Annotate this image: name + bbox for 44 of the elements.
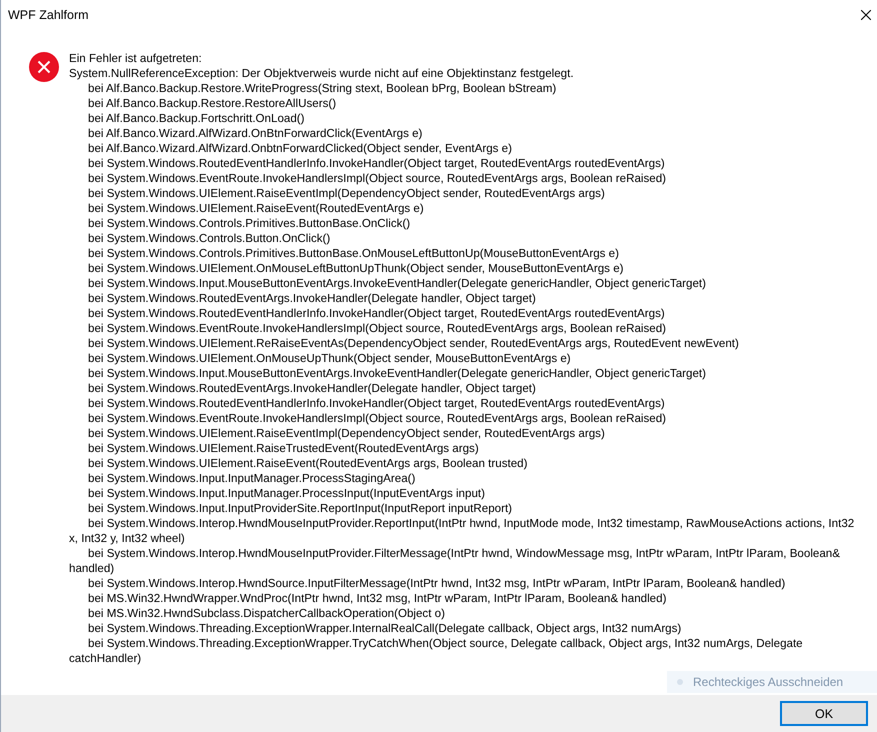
stack-trace-line: bei System.Windows.EventRoute.InvokeHandlersImpl(Object source, RoutedEventArgs args, Boolean reRaised) [87, 321, 668, 336]
stack-trace-line: bei System.Windows.Input.InputManager.ProcessStagingArea() [87, 471, 416, 486]
stack-trace-line: bei Alf.Banco.Backup.Restore.RestoreAllUsers() [87, 96, 338, 111]
stack-trace-line: bei System.Windows.Threading.ExceptionWrapper.TryCatchWhen(Object source, Delegate callback, Object args, Int32 numArgs, Delegate catchHandler) [69, 636, 804, 666]
stack-trace-line: bei System.Windows.RoutedEventHandlerInfo.InvokeHandler(Object target, RoutedEventArgs routedEventArgs) [87, 156, 666, 171]
stack-trace-line: bei MS.Win32.HwndSubclass.DispatcherCallbackOperation(Object o) [87, 606, 446, 621]
stack-trace-line: bei System.Windows.Interop.HwndSource.InputFilterMessage(IntPtr hwnd, Int32 msg, IntPtr wParam, IntPtr lParam, Boolean& handled) [87, 576, 786, 591]
stack-trace-line: bei System.Windows.Interop.HwndMouseInputProvider.ReportInput(IntPtr hwnd, InputMode mode, Int32 timestamp, RawMouseActions actions, Int32 x, Int32 y, Int32 wheel) [69, 516, 856, 546]
stack-trace-line: bei System.Windows.Controls.Primitives.ButtonBase.OnMouseLeftButtonUp(MouseButtonEventArgs e) [87, 246, 620, 261]
stack-trace-line: bei Alf.Banco.Backup.Fortschritt.OnLoad() [87, 111, 306, 126]
dot-icon [677, 679, 683, 685]
stack-trace-line: bei System.Windows.UIElement.ReRaiseEventAs(DependencyObject sender, RoutedEventArgs args, RoutedEvent newEvent) [87, 336, 740, 351]
stack-trace-line: bei Alf.Banco.Backup.Restore.WriteProgress(String stext, Boolean bPrg, Boolean bStream) [87, 81, 558, 96]
stack-trace-line: bei System.Windows.EventRoute.InvokeHandlersImpl(Object source, RoutedEventArgs args, Boolean reRaised) [87, 411, 668, 426]
stack-trace-line: bei System.Windows.Controls.Button.OnClick() [87, 231, 332, 246]
stack-trace-line: bei System.Windows.Controls.Primitives.ButtonBase.OnClick() [87, 216, 412, 231]
stack-trace-line: bei System.Windows.UIElement.RaiseEvent(RoutedEventArgs e) [87, 201, 425, 216]
error-heading: Ein Fehler ist aufgetreten: [69, 51, 203, 66]
exception-message: System.NullReferenceException: Der Objektverweis wurde nicht auf eine Objektinstanz festgelegt. [69, 66, 575, 81]
stack-trace-line: bei System.Windows.Input.MouseButtonEventArgs.InvokeEventHandler(Delegate genericHandler, Object genericTarget) [87, 366, 708, 381]
stack-trace-line: bei System.Windows.Threading.ExceptionWrapper.InternalRealCall(Delegate callback, Object args, Int32 numArgs) [87, 621, 682, 636]
stack-trace-line: bei System.Windows.RoutedEventArgs.InvokeHandler(Delegate handler, Object target) [87, 291, 537, 306]
stack-trace-line: bei Alf.Banco.Wizard.AlfWizard.OnBtnForwardClick(EventArgs e) [87, 126, 424, 141]
stack-trace-line: bei Alf.Banco.Wizard.AlfWizard.OnbtnForwardClicked(Object sender, EventArgs e) [87, 141, 513, 156]
stack-trace-line: bei System.Windows.Interop.HwndMouseInputProvider.FilterMessage(IntPtr hwnd, WindowMessage msg, IntPtr wParam, IntPtr lParam, Boolean& handled) [69, 546, 841, 576]
stack-trace-line: bei System.Windows.EventRoute.InvokeHandlersImpl(Object source, RoutedEventArgs args, Boolean reRaised) [87, 171, 668, 186]
stack-trace-line: bei System.Windows.Input.InputProviderSite.ReportInput(InputReport inputReport) [87, 501, 514, 516]
stack-trace-line: bei System.Windows.UIElement.OnMouseLeftButtonUpThunk(Object sender, MouseButtonEventArgs e) [87, 261, 625, 276]
window-title: WPF Zahlform [8, 8, 90, 22]
stack-trace-line: bei System.Windows.RoutedEventHandlerInfo.InvokeHandler(Object target, RoutedEventArgs routedEventArgs) [87, 306, 666, 321]
close-icon [861, 10, 871, 20]
stack-trace-line: bei System.Windows.UIElement.OnMouseUpThunk(Object sender, MouseButtonEventArgs e) [87, 351, 572, 366]
stack-trace-line: bei System.Windows.Input.MouseButtonEventArgs.InvokeEventHandler(Delegate genericHandler, Object genericTarget) [87, 276, 708, 291]
stack-trace-line: bei System.Windows.RoutedEventArgs.InvokeHandler(Delegate handler, Object target) [87, 381, 537, 396]
error-icon [29, 52, 59, 82]
stack-trace-line: bei System.Windows.UIElement.RaiseEvent(RoutedEventArgs args, Boolean trusted) [87, 456, 528, 471]
stack-trace-line: bei MS.Win32.HwndWrapper.WndProc(IntPtr hwnd, Int32 msg, IntPtr wParam, IntPtr lParam, Boolean& handled) [87, 591, 668, 606]
stack-trace-line: bei System.Windows.UIElement.RaiseEventImpl(DependencyObject sender, RoutedEventArgs args) [87, 426, 606, 441]
tooltip-text: Rechteckiges Ausschneiden [693, 675, 844, 689]
stack-trace-line: bei System.Windows.Input.InputManager.ProcessInput(InputEventArgs input) [87, 486, 486, 501]
stack-trace-line: bei System.Windows.RoutedEventHandlerInfo.InvokeHandler(Object target, RoutedEventArgs routedEventArgs) [87, 396, 666, 411]
stack-trace-line: bei System.Windows.UIElement.RaiseTrustedEvent(RoutedEventArgs args) [87, 441, 480, 456]
ok-button[interactable]: OK [780, 701, 868, 726]
stack-trace-line: bei System.Windows.UIElement.RaiseEventImpl(DependencyObject sender, RoutedEventArgs args) [87, 186, 606, 201]
